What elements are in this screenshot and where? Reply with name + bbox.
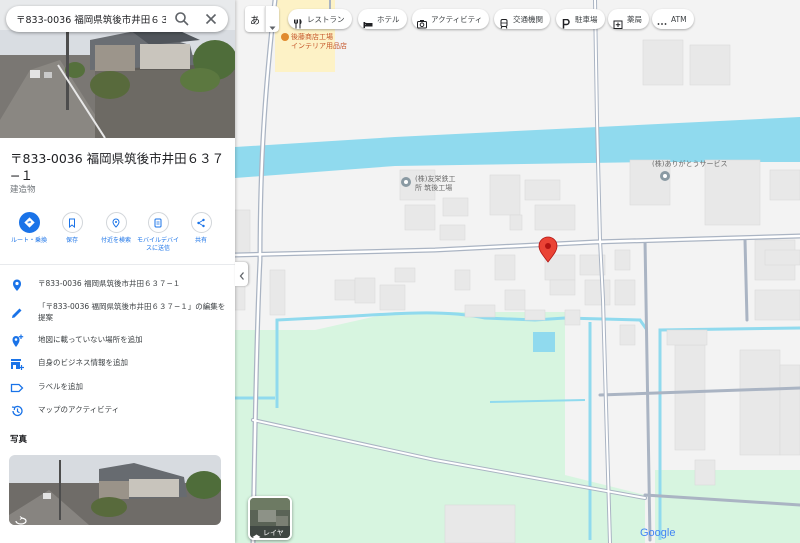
location-pin-icon	[10, 277, 24, 291]
suggest-edit-row[interactable]: 「〒833-0036 福岡県筑後市井田６３７−１」の編集を提案	[0, 300, 235, 322]
search-icon[interactable]	[174, 11, 190, 27]
layers-icon	[252, 528, 261, 538]
more-dots-icon	[657, 14, 667, 25]
pharmacy-icon	[613, 14, 623, 29]
place-panel: 〒833-0036 福岡県筑後市井田６３７−１ 建造物 ルート・乗換 保存 付近…	[0, 0, 235, 543]
map-activity-text: マップのアクティビティ	[38, 405, 120, 414]
add-label-text: ラベルを追加	[38, 382, 83, 391]
add-label-row[interactable]: ラベルを追加	[0, 380, 235, 394]
history-icon	[10, 403, 24, 417]
chip-restaurants[interactable]: レストラン	[288, 9, 352, 29]
chip-hotels[interactable]: ホテル	[358, 9, 407, 29]
chip-parking[interactable]: 駐車場	[556, 9, 605, 29]
chip-label: レストラン	[307, 14, 345, 24]
chip-pharmacies[interactable]: 薬局	[608, 9, 649, 29]
camera-icon	[417, 14, 427, 29]
action-bar: ルート・乗換 保存 付近を検索 モバイルデバイスに送信 共有	[0, 212, 235, 264]
search-input[interactable]	[16, 11, 166, 27]
place-title: 〒833-0036 福岡県筑後市井田６３７−１	[10, 151, 225, 183]
address-text: 〒833-0036 福岡県筑後市井田６３７−１	[38, 279, 181, 288]
close-icon[interactable]	[203, 11, 219, 27]
share-icon	[190, 212, 212, 233]
save-label: 保存	[65, 237, 78, 244]
map-activity-row[interactable]: マップのアクティビティ	[0, 403, 235, 417]
chip-label: 薬局	[627, 14, 642, 24]
bed-icon	[363, 14, 373, 28]
chevron-left-icon	[239, 265, 245, 284]
nearby-button[interactable]: 付近を検索	[94, 212, 138, 245]
layers-button[interactable]: レイヤ	[248, 496, 292, 540]
language-dropdown[interactable]	[265, 6, 279, 32]
photos-heading: 写真	[10, 435, 28, 445]
chip-label: アクティビティ	[431, 14, 483, 24]
map-graphics	[235, 0, 800, 543]
google-logo: Google	[640, 527, 675, 539]
add-missing-place-text: 地図に載っていない場所を追加	[38, 335, 143, 344]
map-label-company2[interactable]: (株)ありがとうサービス	[652, 160, 727, 169]
add-location-icon	[10, 333, 24, 347]
share-button[interactable]: 共有	[179, 212, 223, 245]
label-icon	[10, 380, 24, 394]
divider	[0, 264, 235, 265]
caret-down-icon	[269, 16, 276, 35]
photo-thumbnail[interactable]	[9, 455, 221, 525]
map-label-factory1[interactable]: 後藤商店工場	[291, 33, 333, 42]
save-button[interactable]: 保存	[50, 212, 94, 245]
fork-knife-icon	[293, 14, 303, 29]
map-label-factory1-sub: インテリア用品店	[291, 42, 347, 50]
chip-atm[interactable]: ATM	[652, 9, 694, 29]
add-missing-place-row[interactable]: 地図に載っていない場所を追加	[0, 333, 235, 347]
collapse-panel-button[interactable]	[235, 262, 248, 286]
map-canvas[interactable]: 後藤商店工場 インテリア用品店 (株)友栄鉄工 所 筑後工場 (株)ありがとうサ…	[235, 0, 800, 543]
place-category: 建造物	[10, 185, 36, 195]
chip-label: ホテル	[377, 14, 400, 24]
chip-label: 交通機関	[513, 14, 543, 24]
send-to-phone-button[interactable]: モバイルデバイスに送信	[136, 212, 180, 253]
directions-icon	[18, 212, 40, 233]
pencil-icon	[10, 305, 24, 319]
google-logo-text: Google	[640, 527, 676, 539]
directions-label: ルート・乗換	[10, 237, 47, 244]
language-button[interactable]: あ	[245, 6, 265, 32]
phone-icon	[147, 212, 169, 233]
chip-label: 駐車場	[575, 14, 598, 24]
nearby-label: 付近を検索	[100, 237, 131, 244]
share-label: 共有	[194, 237, 207, 244]
chip-things-to-do[interactable]: アクティビティ	[412, 9, 490, 29]
address-row[interactable]: 〒833-0036 福岡県筑後市井田６３７−１	[0, 277, 235, 291]
send-to-phone-label: モバイルデバイスに送信	[136, 237, 179, 252]
directions-button[interactable]: ルート・乗換	[7, 212, 51, 245]
street-view-360-icon	[15, 511, 27, 525]
suggest-edit-text: 「〒833-0036 福岡県筑後市井田６３７−１」の編集を提案	[38, 302, 226, 322]
train-icon	[499, 14, 509, 29]
nearby-pin-icon	[105, 212, 127, 233]
bookmark-icon	[61, 212, 83, 233]
add-business-icon	[10, 356, 24, 370]
parking-icon	[561, 14, 571, 29]
map-label-company1-sub: 所 筑後工場	[415, 184, 453, 192]
add-business-text: 自身のビジネス情報を追加	[38, 358, 128, 367]
add-business-row[interactable]: 自身のビジネス情報を追加	[0, 356, 235, 370]
chip-label: ATM	[671, 14, 687, 24]
search-box	[6, 6, 228, 32]
layers-label: レイヤ	[263, 529, 284, 537]
map-label-company1[interactable]: (株)友栄鉄工	[415, 175, 455, 184]
chip-transit[interactable]: 交通機関	[494, 9, 550, 29]
